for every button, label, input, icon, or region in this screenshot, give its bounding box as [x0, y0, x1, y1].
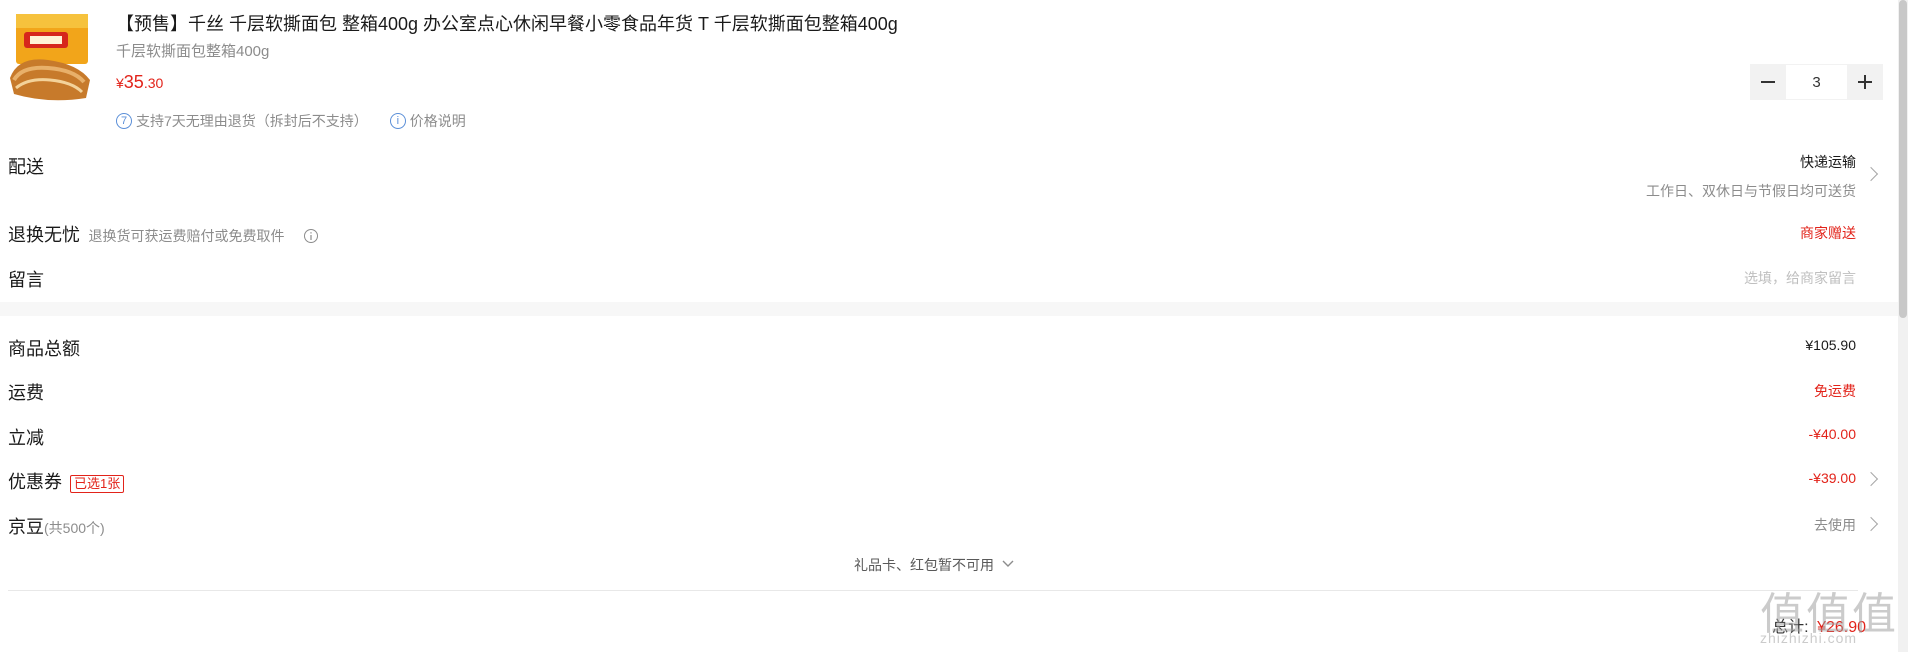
info-icon[interactable]: i: [389, 113, 406, 129]
price-info-link[interactable]: 价格说明: [410, 111, 466, 131]
page-scrollbar[interactable]: [1898, 0, 1908, 652]
chevron-down-icon: [1002, 560, 1014, 567]
coupon-label: 优惠券: [8, 472, 62, 492]
product-thumbnail[interactable]: [8, 8, 98, 104]
site-watermark: 值值值 zhizhizhi.com: [1760, 578, 1908, 652]
coupon-selected-badge: 已选1张: [70, 474, 125, 493]
product-price: ¥35.30: [116, 72, 163, 93]
jingdou-chevron-icon[interactable]: [1863, 516, 1879, 532]
jingdou-row: 京豆(共500个): [8, 513, 105, 539]
delivery-label: 配送: [8, 157, 44, 177]
service-text: 支持7天无理由退货（拆封后不支持）: [136, 113, 368, 129]
summary-divider: [8, 590, 1858, 591]
order-summary-card: 商品总额 ¥105.90 运费 免运费 立减 -¥40.00 优惠券 已选1张 -…: [0, 316, 1898, 652]
jingdou-label: 京豆: [8, 517, 44, 537]
message-input[interactable]: 选填，给商家留言: [1744, 268, 1856, 288]
coupon-row[interactable]: 优惠券 已选1张: [8, 468, 125, 494]
jingdou-use-link[interactable]: 去使用: [1814, 515, 1856, 535]
delivery-note: 工作日、双休日与节假日均可送货: [1646, 183, 1856, 199]
seven-day-return-icon: 7: [116, 113, 132, 129]
order-item-card: 【预售】千丝 千层软撕面包 整箱400g 办公室点心休闲早餐小零食品年货 T 千…: [0, 0, 1898, 302]
coupon-chevron-icon[interactable]: [1863, 471, 1879, 487]
giftcard-text: 礼品卡、红包暂不可用: [854, 557, 994, 573]
increase-quantity-button[interactable]: [1847, 64, 1883, 100]
goods-total-label: 商品总额: [8, 339, 80, 359]
service-line: 7 支持7天无理由退货（拆封后不支持） i 价格说明: [116, 111, 466, 131]
price-main: 35: [123, 72, 144, 92]
scrollbar-thumb[interactable]: [1899, 0, 1907, 318]
discount-label: 立减: [8, 428, 44, 448]
coupon-value[interactable]: -¥39.00: [1809, 470, 1856, 486]
product-spec: 千层软撕面包整箱400g: [116, 43, 270, 60]
returns-desc: 退换货可获运费赔付或免费取件: [88, 228, 285, 244]
jingdou-count: (共500个): [44, 520, 105, 536]
shipping-value: 免运费: [1814, 383, 1856, 399]
giftcard-toggle[interactable]: 礼品卡、红包暂不可用: [854, 555, 1014, 575]
product-title[interactable]: 【预售】千丝 千层软撕面包 整箱400g 办公室点心休闲早餐小零食品年货 T 千…: [116, 10, 898, 36]
quantity-stepper: 3: [1750, 64, 1883, 100]
returns-value: 商家赠送: [1800, 225, 1856, 241]
price-currency: ¥: [116, 75, 124, 91]
watermark-url: zhizhizhi.com: [1760, 630, 1858, 646]
returns-label: 退换无忧: [8, 225, 80, 245]
discount-value: -¥40.00: [1808, 426, 1856, 442]
message-label: 留言: [8, 270, 44, 290]
plus-icon: [1858, 75, 1872, 89]
delivery-chevron-icon[interactable]: [1863, 166, 1879, 182]
delivery-method[interactable]: 快递运输: [1800, 152, 1856, 172]
price-decimal: .30: [143, 75, 164, 91]
goods-total-value: ¥105.90: [1805, 337, 1856, 353]
minus-icon: [1761, 81, 1775, 83]
shipping-label: 运费: [8, 383, 44, 403]
decrease-quantity-button[interactable]: [1750, 64, 1786, 100]
info-icon[interactable]: [303, 228, 319, 244]
quantity-input[interactable]: 3: [1786, 64, 1847, 100]
returns-row: 退换无忧 退换货可获运费赔付或免费取件: [8, 221, 319, 247]
bread-box-image: [10, 14, 90, 101]
